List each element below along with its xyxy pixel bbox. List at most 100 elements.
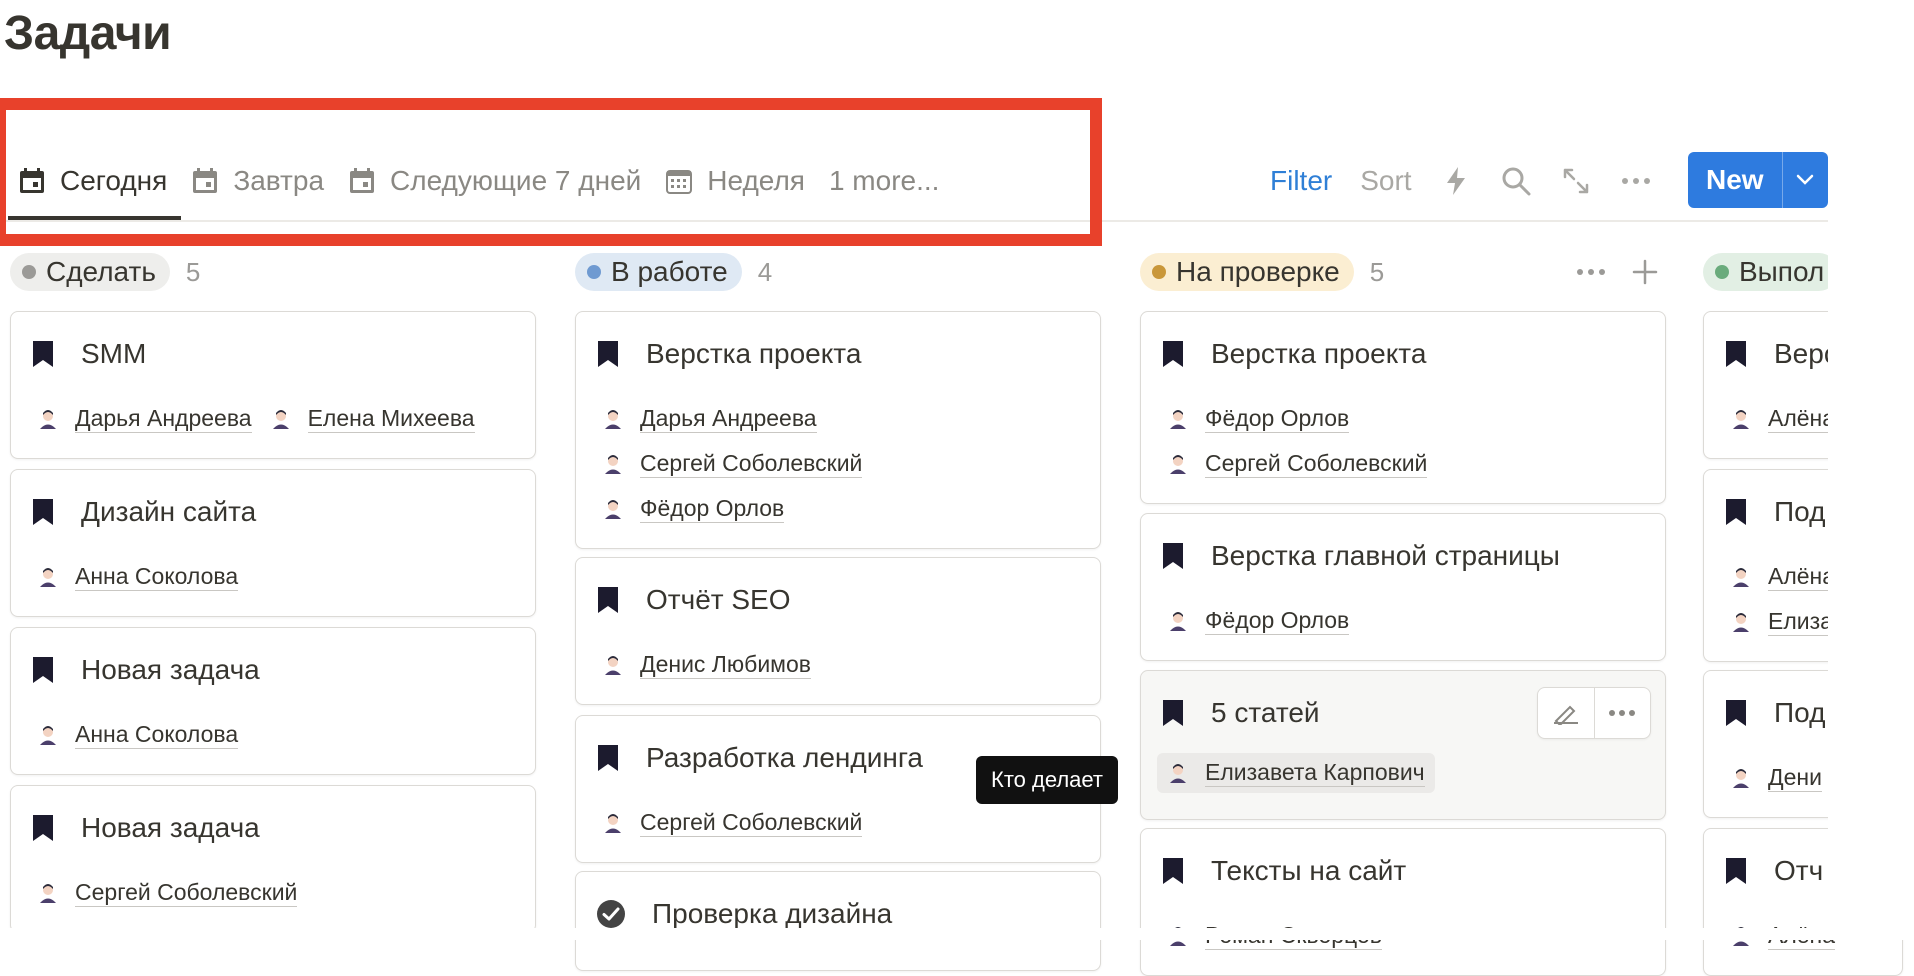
task-card[interactable]: Верстка главной страницы Фёдор Орлов (1140, 513, 1666, 661)
assignee[interactable]: Сергей Соболевский (37, 879, 298, 907)
avatar (602, 654, 624, 676)
task-card[interactable]: 5 статей Елизавета Карпович (1140, 670, 1666, 820)
plus-icon[interactable] (1632, 259, 1658, 285)
card-title: Под (1774, 496, 1826, 527)
avatar (37, 724, 59, 746)
column-header-in-progress: В работе 4 (575, 252, 772, 292)
card-title: Отчёт SEO (646, 584, 791, 615)
edit-icon[interactable] (1538, 688, 1595, 738)
avatar (1167, 762, 1189, 784)
assignee[interactable]: Елизавета Карпович (1157, 753, 1435, 793)
card-title: Новая задача (81, 812, 260, 843)
status-pill[interactable]: Сделать (10, 253, 170, 291)
bookmark-icon (31, 497, 55, 527)
assignee[interactable]: Дарья Андреева Елена Михеева (37, 405, 475, 433)
search-icon[interactable] (1500, 165, 1532, 197)
task-card[interactable]: Тексты на сайт Роман Скворцов (1140, 828, 1666, 976)
card-title: Дизайн сайта (81, 496, 257, 527)
viewport-edge (1828, 0, 1914, 940)
tab-tomorrow[interactable]: Завтра (181, 150, 338, 212)
status-label: Сделать (46, 256, 156, 287)
task-card[interactable]: SMM Дарья Андреева Елена Михеева (10, 311, 536, 459)
assignee[interactable]: Анна Соколова (37, 563, 239, 591)
status-label: В работе (611, 256, 728, 287)
assignee[interactable]: Дени (1730, 764, 1822, 792)
task-card[interactable]: Новая задача Анна Соколова (10, 627, 536, 775)
avatar (1730, 408, 1752, 430)
assignee[interactable]: Алёна (1730, 405, 1836, 433)
assignee-name: Фёдор Орлов (1205, 405, 1350, 433)
expand-icon[interactable] (1560, 165, 1592, 197)
card-title: Разработка лендинга (646, 742, 924, 773)
lightning-icon[interactable] (1440, 165, 1472, 197)
status-pill[interactable]: В работе (575, 253, 742, 291)
more-icon[interactable] (1620, 165, 1652, 197)
avatar (1167, 408, 1189, 430)
card-title: SMM (81, 338, 147, 369)
chevron-down-icon[interactable] (1783, 152, 1828, 208)
task-card[interactable]: Отчёт SEO Денис Любимов (575, 557, 1101, 705)
more-icon[interactable] (1576, 268, 1606, 276)
assignee[interactable]: Фёдор Орлов (602, 495, 785, 523)
calendar-grid-icon (665, 167, 693, 195)
new-button-label[interactable]: New (1688, 152, 1783, 208)
bookmark-icon (31, 339, 55, 369)
status-pill[interactable]: На проверке (1140, 253, 1354, 291)
assignee-name: Дарья Андреева (75, 405, 252, 433)
task-card[interactable]: Верстка проекта Дарья Андреева Сергей Со… (575, 311, 1101, 549)
tab-label: 1 more... (828, 165, 940, 196)
card-title: Под (1774, 697, 1826, 728)
task-card[interactable]: Верстка проекта Фёдор Орлов Сергей Собол… (1140, 311, 1666, 504)
bookmark-icon (596, 743, 620, 773)
avatar (1730, 767, 1752, 789)
avatar (1730, 566, 1752, 588)
tab-label: Сегодня (60, 165, 168, 196)
avatar (270, 408, 292, 430)
column-count: 5 (185, 256, 201, 287)
tab-next-7-days[interactable]: Следующие 7 дней (338, 150, 655, 212)
avatar (37, 882, 59, 904)
task-card[interactable]: Новая задача Сергей Соболевский (10, 785, 536, 933)
task-card[interactable]: Дизайн сайта Анна Соколова (10, 469, 536, 617)
assignee[interactable]: Алёна (1730, 563, 1836, 591)
calendar-icon (191, 167, 219, 195)
assignee[interactable]: Сергей Соболевский (602, 450, 863, 478)
avatar (602, 453, 624, 475)
task-card[interactable]: Проверка дизайна (575, 871, 1101, 971)
column-count: 5 (1369, 256, 1385, 287)
card-title: Верстка проекта (646, 338, 862, 369)
filter-button[interactable]: Filter (1270, 165, 1332, 197)
tab-today[interactable]: Сегодня (8, 150, 182, 220)
bookmark-icon (1724, 698, 1748, 728)
assignee-name: Сергей Соболевский (75, 879, 298, 907)
tab-more[interactable]: 1 more... (819, 150, 953, 212)
bookmark-icon (1724, 497, 1748, 527)
column-header-done: Выпол (1703, 252, 1839, 292)
status-label: Выпол (1739, 256, 1825, 287)
assignee[interactable]: Дарья Андреева (602, 405, 817, 433)
new-button[interactable]: New (1688, 152, 1828, 208)
assignee[interactable]: Сергей Соболевский (602, 809, 863, 837)
tab-week[interactable]: Неделя (655, 150, 819, 212)
more-icon[interactable] (1595, 688, 1651, 738)
assignee-name: Дени (1768, 764, 1822, 792)
assignee[interactable]: Фёдор Орлов (1167, 405, 1350, 433)
assignee[interactable]: Фёдор Орлов (1167, 607, 1350, 635)
assignee[interactable]: Анна Соколова (37, 721, 239, 749)
assignee-name: Фёдор Орлов (640, 495, 785, 523)
bookmark-icon (1161, 541, 1185, 571)
sort-button[interactable]: Sort (1360, 165, 1411, 197)
tooltip: Кто делает (976, 756, 1118, 804)
tabs-divider (0, 220, 1828, 222)
toolbar: Filter Sort (1270, 158, 1680, 204)
assignee-name: Алёна (1768, 405, 1836, 433)
assignee[interactable]: Сергей Соболевский (1167, 450, 1428, 478)
status-dot (22, 265, 36, 279)
status-pill[interactable]: Выпол (1703, 253, 1839, 291)
assignee-name: Елена Михеева (307, 405, 475, 433)
assignee[interactable]: Елиза (1730, 608, 1833, 636)
calendar-icon (18, 167, 46, 195)
bookmark-icon (596, 585, 620, 615)
assignee[interactable]: Денис Любимов (602, 651, 811, 679)
avatar (37, 408, 59, 430)
